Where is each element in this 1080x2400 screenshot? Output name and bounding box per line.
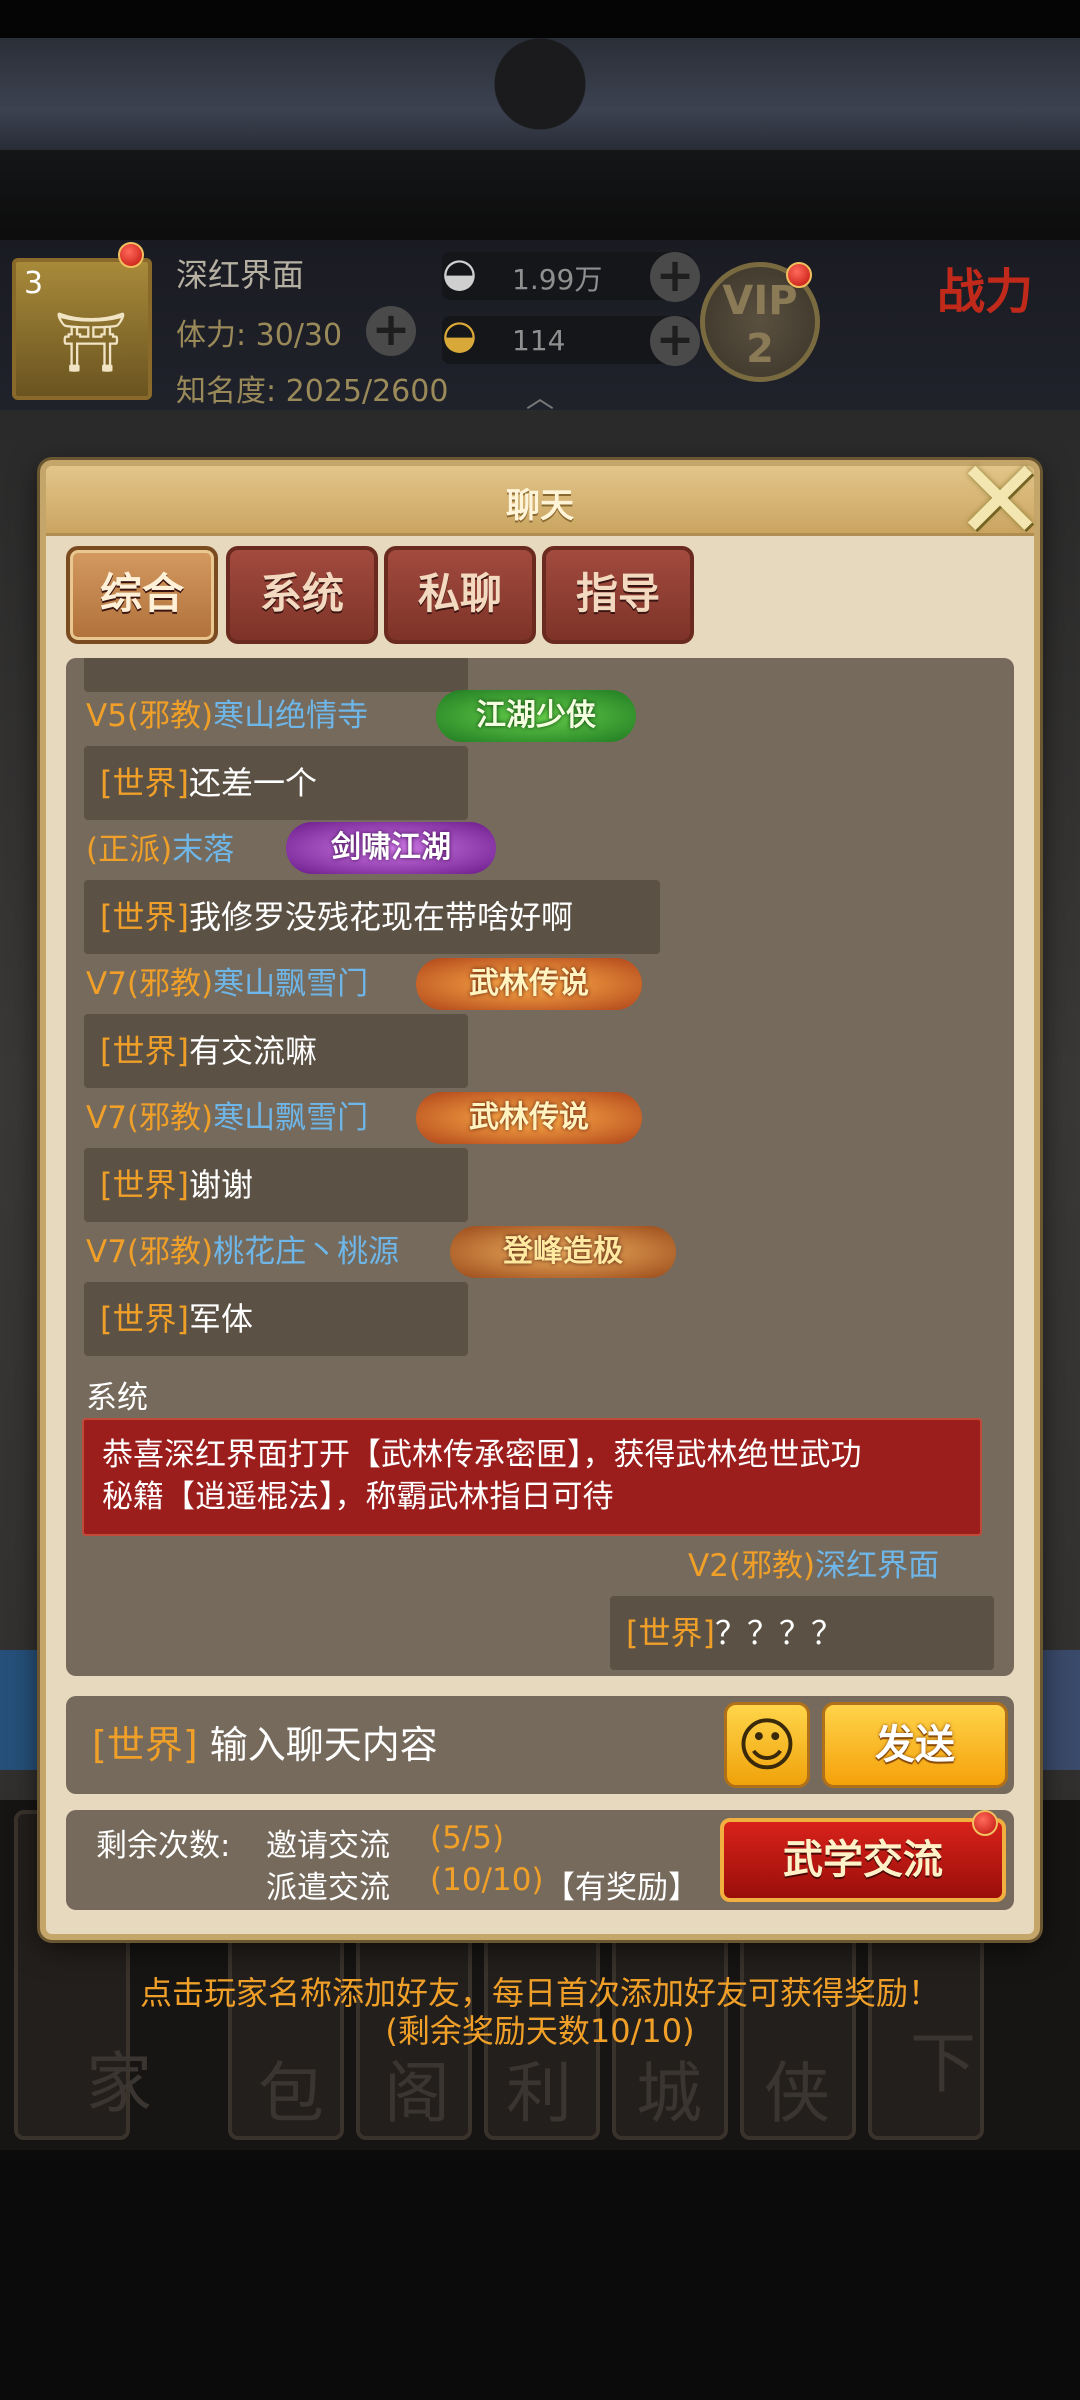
gold-ingot-icon: ◒	[442, 312, 477, 358]
roof-ornament	[460, 36, 620, 156]
martial-exchange-button[interactable]: 武学交流	[720, 1818, 1006, 1902]
roof-band	[0, 150, 1080, 240]
fame-text: 知名度: 2025/2600	[176, 374, 449, 409]
tab-guide[interactable]: 指导	[542, 546, 694, 644]
bottom-band	[0, 2150, 1080, 2400]
chat-message-list[interactable]: V5(邪教)寒山绝情寺 江湖少侠 [世界]还差一个 (正派)末落 剑啸江湖 [世…	[66, 658, 1014, 1676]
title-badge: 武林传说	[416, 1092, 642, 1144]
chat-bubble: [世界]有交流嘛	[84, 1014, 468, 1088]
message-sender[interactable]: V7(邪教)寒山飘雪门	[86, 964, 368, 1004]
add-stamina-button[interactable]: +	[366, 306, 416, 356]
tab-general[interactable]: 综合	[66, 546, 218, 644]
gold-value: 114	[512, 324, 566, 357]
silver-ingot-icon: ◒	[442, 250, 477, 296]
silver-value: 1.99万	[512, 263, 603, 296]
chat-panel-title: 聊天	[506, 486, 574, 526]
own-message-sender[interactable]: V2(邪教)深红界面	[688, 1546, 939, 1586]
title-badge: 剑啸江湖	[286, 822, 496, 874]
title-badge: 登峰造极	[450, 1226, 676, 1278]
player-name: 深红界面	[176, 256, 305, 294]
system-message-line: 恭喜深红界面打开【武林传承密匣】，获得武林绝世武功	[102, 1437, 862, 1473]
chat-bubble: [世界]谢谢	[84, 1148, 468, 1222]
smiley-icon[interactable]: ☺	[724, 1702, 810, 1788]
title-badge: 江湖少侠	[436, 690, 636, 742]
exchange-notification-dot	[972, 1810, 998, 1836]
menu-char: 阁	[384, 2055, 450, 2132]
menu-char: 侠	[764, 2055, 830, 2132]
send-button[interactable]: 发送	[822, 1702, 1008, 1788]
chat-input-row: [世界] 输入聊天内容 ☺ 发送	[66, 1696, 1014, 1794]
chat-bubble: [世界]还差一个	[84, 746, 468, 820]
chat-input[interactable]: [世界] 输入聊天内容	[66, 1696, 712, 1794]
exchange-row: 剩余次数: 邀请交流 (5/5) 派遣交流 (10/10) 【有奖励】 武学交流	[66, 1810, 1014, 1910]
pavilion-icon: ⛩	[54, 308, 128, 376]
invite-label: 邀请交流	[266, 1828, 390, 1864]
reward-note: 【有奖励】	[544, 1870, 699, 1906]
system-message-line: 秘籍【逍遥棍法】，称霸武林指日可待	[102, 1479, 614, 1515]
power-badge[interactable]: 战力	[890, 262, 1080, 392]
system-message-bubble: 恭喜深红界面打开【武林传承密匣】，获得武林绝世武功 秘籍【逍遥棍法】，称霸武林指…	[82, 1418, 982, 1536]
add-gold-button[interactable]: +	[650, 316, 700, 366]
menu-char: 包	[258, 2055, 324, 2132]
vip-notification-dot	[786, 262, 812, 288]
dispatch-count: (10/10)	[430, 1862, 544, 1898]
chat-panel-header: 聊天	[46, 466, 1034, 536]
side-panel-right[interactable]	[1036, 1650, 1080, 1770]
message-sender[interactable]: V7(邪教)寒山飘雪门	[86, 1098, 368, 1138]
message-sender[interactable]: (正派)末落	[86, 830, 234, 870]
own-chat-bubble: [世界]？？？？	[610, 1596, 994, 1670]
add-silver-button[interactable]: +	[650, 252, 700, 302]
player-avatar[interactable]: 3 ⛩	[12, 258, 152, 400]
close-icon[interactable]: ✕	[950, 445, 1050, 555]
menu-char: 利	[506, 2055, 572, 2132]
notification-dot	[118, 242, 144, 268]
chat-bubble: [世界]军体	[84, 1282, 468, 1356]
friend-reward-days: (剩余奖励天数10/10)	[385, 2012, 695, 2050]
menu-char: 城	[636, 2055, 702, 2132]
system-message-label: 系统	[86, 1380, 148, 1416]
tab-private[interactable]: 私聊	[384, 546, 536, 644]
tab-system[interactable]: 系统	[226, 546, 378, 644]
stamina-text: 体力: 30/30	[176, 318, 343, 353]
message-sender[interactable]: V5(邪教)寒山绝情寺	[86, 696, 368, 736]
title-badge: 武林传说	[416, 958, 642, 1010]
chat-bubble: [世界]我修罗没残花现在带啥好啊	[84, 880, 660, 954]
player-level: 3	[24, 266, 44, 301]
side-panel-left[interactable]	[0, 1650, 42, 1770]
chat-bubble-partial	[84, 658, 468, 692]
message-sender[interactable]: V7(邪教)桃花庄丶桃源	[86, 1232, 399, 1272]
dispatch-label: 派遣交流	[266, 1870, 390, 1906]
invite-count: (5/5)	[430, 1820, 505, 1856]
remaining-count-label: 剩余次数:	[96, 1828, 231, 1864]
